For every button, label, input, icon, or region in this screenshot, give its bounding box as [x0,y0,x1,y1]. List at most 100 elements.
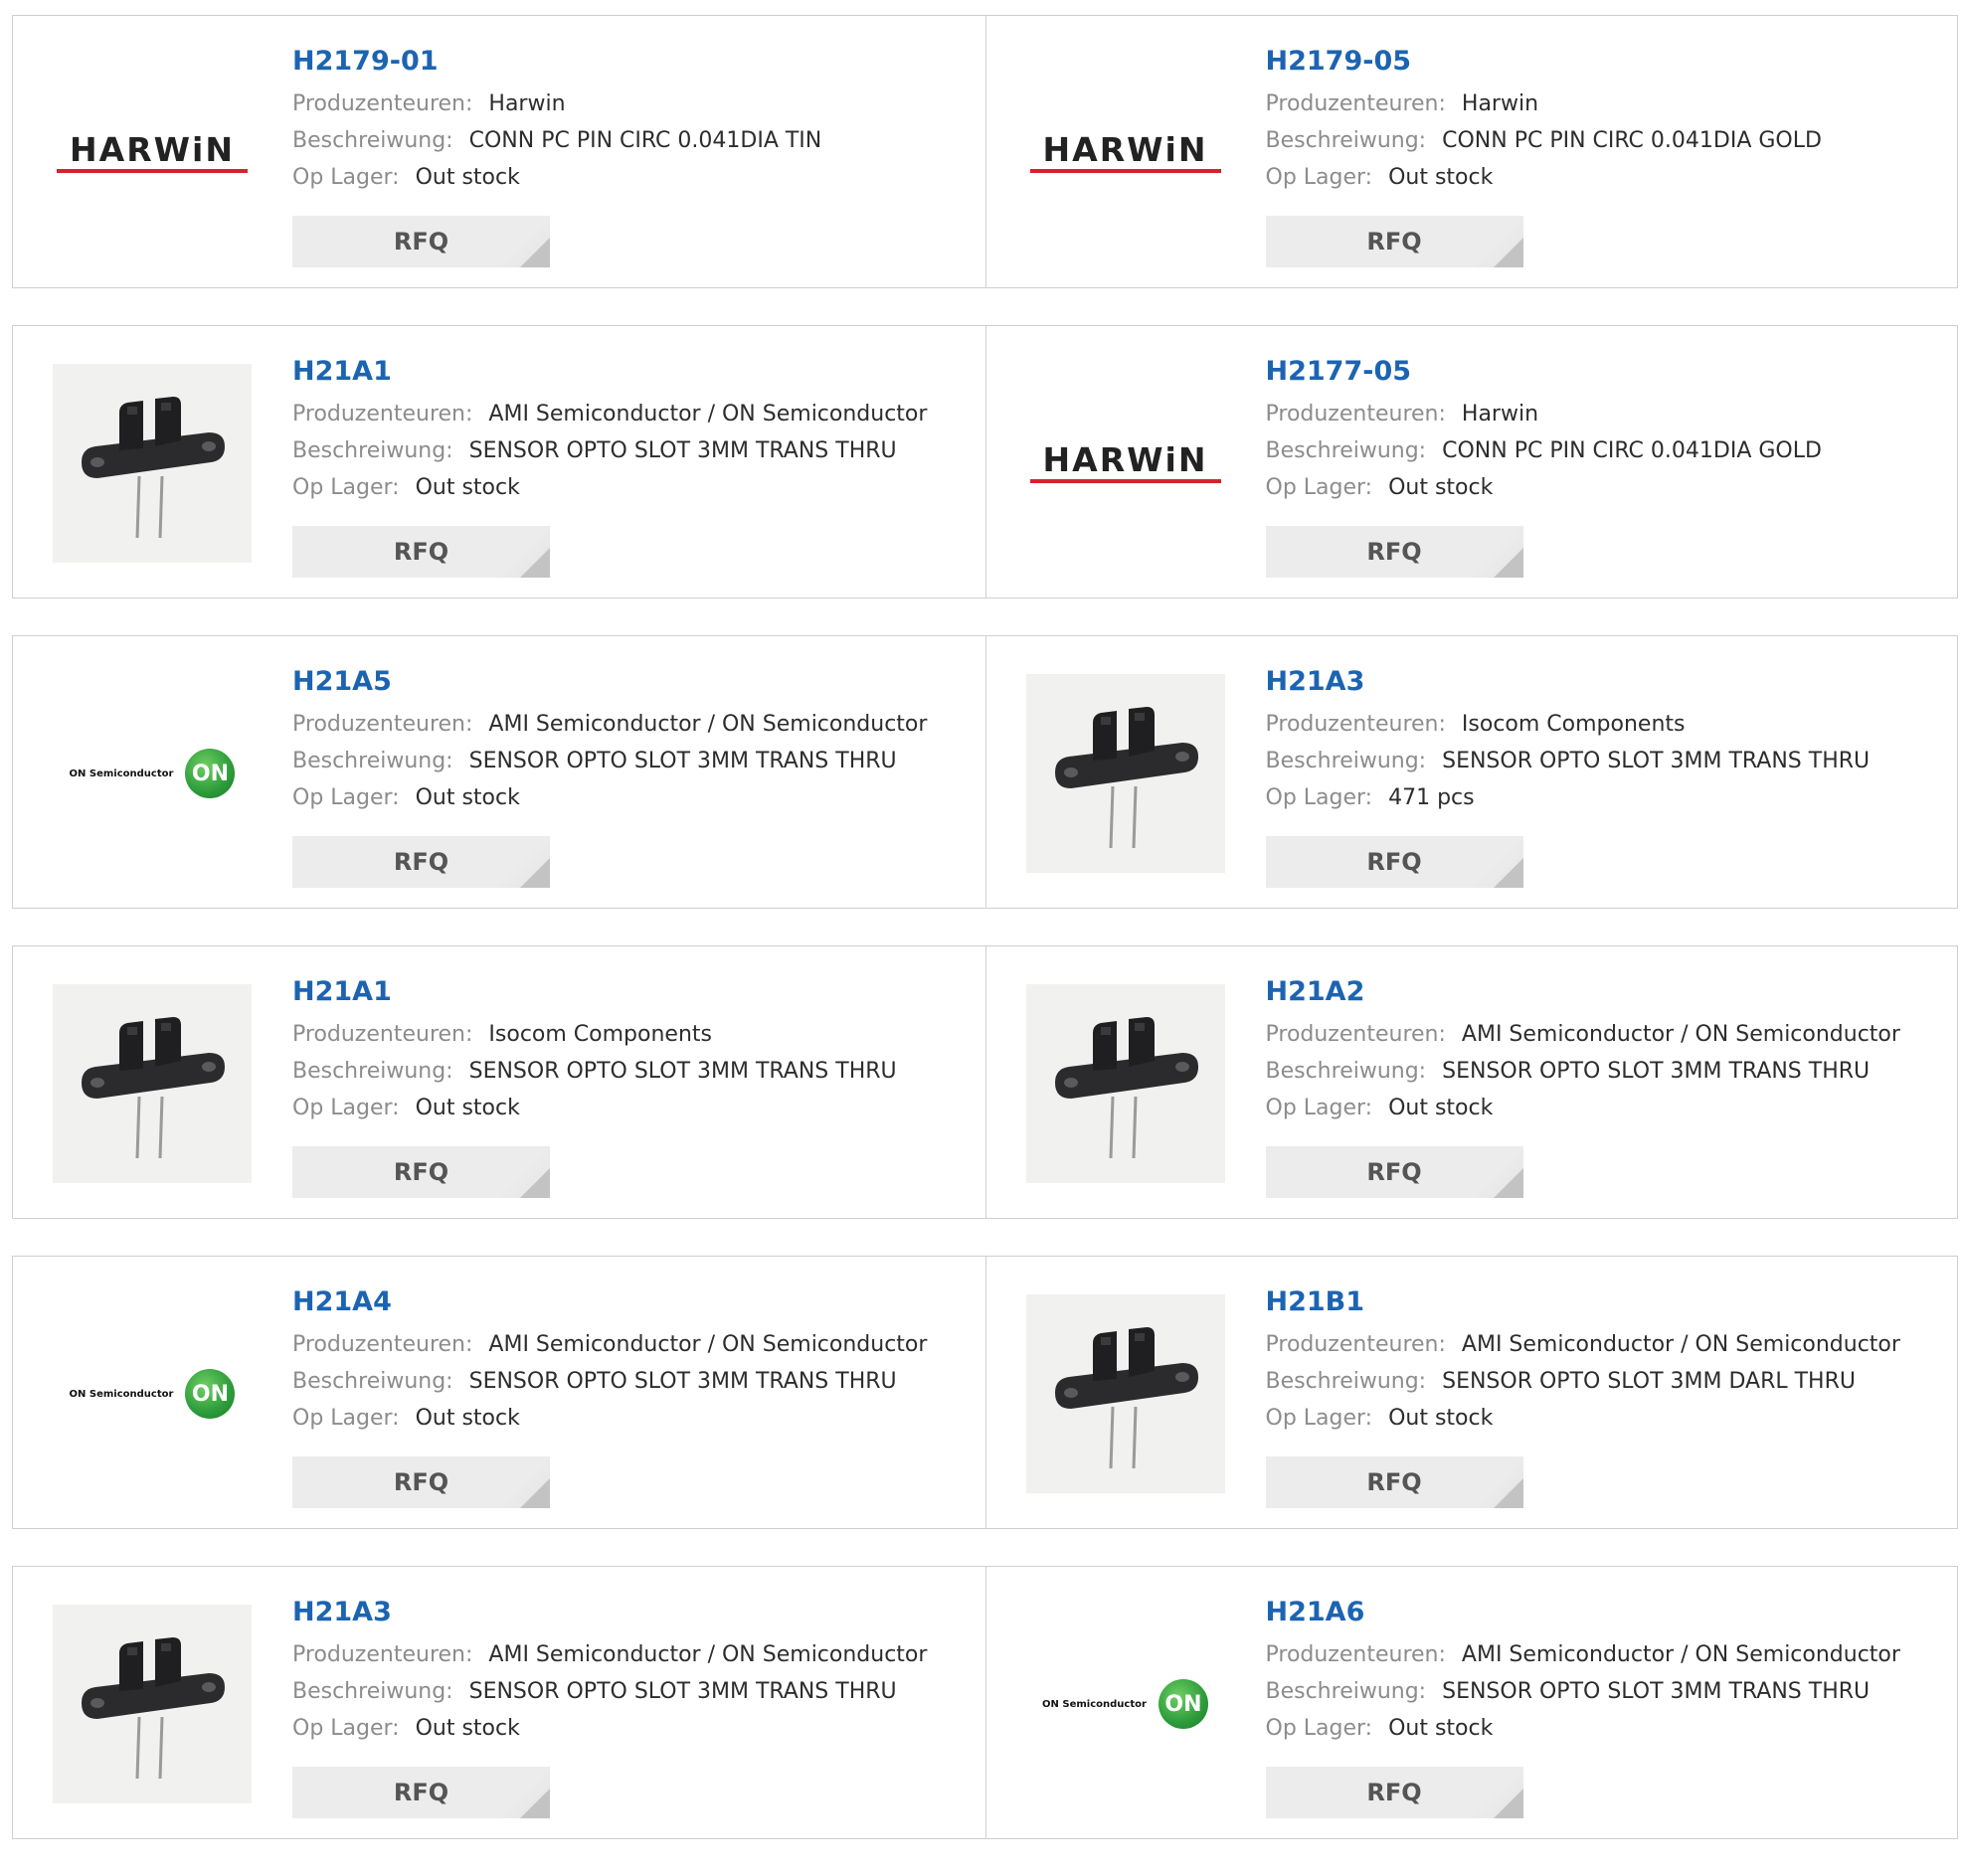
part-number-link[interactable]: H2179-05 [1266,48,1412,75]
part-number-link[interactable]: H2179-01 [292,48,439,75]
opto-sensor-photo [82,1017,225,1159]
stock-value: Out stock [1388,1716,1494,1741]
stock-value: 471 pcs [1388,785,1475,810]
stock-value: Out stock [415,1716,520,1741]
product-thumbnail[interactable]: ON Semiconductor ON [53,674,252,873]
part-number-link[interactable]: H21A3 [292,1599,392,1625]
rfq-button[interactable]: RFQ [292,526,550,578]
product-thumbnail[interactable]: HARWiN [1026,54,1225,253]
description-label: Beschreiwung: [1265,1679,1427,1704]
manufacturer-label: Produzenteuren: [292,402,473,426]
product-thumbnail[interactable] [1025,674,1225,873]
manufacturer-value: Harwin [488,91,566,116]
opto-sensor-photo [1054,1327,1198,1469]
manufacturer-label: Produzenteuren: [1265,712,1446,737]
description-line: Beschreiwung: SENSOR OPTO SLOT 3MM TRANS … [292,743,966,779]
manufacturer-line: Produzenteuren: Harwin [1266,85,1938,122]
rfq-button[interactable]: RFQ [1265,526,1523,578]
product-card: HARWiN H2179-05 Produzenteuren: Harwin Be… [984,16,1958,287]
manufacturer-line: Produzenteuren: Harwin [292,85,966,122]
harwin-logo: HARWiN [1029,443,1221,483]
product-info: H21A5 Produzenteuren: AMI Semiconductor /… [292,666,966,816]
product-thumbnail[interactable] [53,364,252,563]
product-info: H21A6 Produzenteuren: AMI Semiconductor /… [1266,1597,1938,1747]
harwin-logo-underline [57,169,248,173]
part-number-link[interactable]: H21A5 [292,668,392,695]
manufacturer-label: Produzenteuren: [1265,1332,1446,1357]
on-semi-logo-text: ON Semiconductor [69,767,174,779]
part-number-link[interactable]: H21A3 [1266,668,1365,695]
description-label: Beschreiwung: [1265,128,1427,153]
description-value: SENSOR OPTO SLOT 3MM TRANS THRU [468,1059,897,1084]
rfq-button[interactable]: RFQ [1265,1767,1523,1818]
harwin-logo-text: HARWiN [70,130,235,169]
description-label: Beschreiwung: [1265,1059,1427,1084]
product-grid: HARWiN H2179-01 Produzenteuren: Harwin Be… [12,15,1958,1876]
stock-line: Op Lager: Out stock [292,1090,966,1126]
rfq-label: RFQ [393,848,449,876]
on-semi-logo-text: ON Semiconductor [69,1388,174,1400]
stock-label: Op Lager: [292,165,400,190]
stock-label: Op Lager: [292,785,400,810]
rfq-button[interactable]: RFQ [1265,1456,1523,1508]
manufacturer-value: AMI Semiconductor / ON Semiconductor [1461,1332,1900,1357]
product-info: H21A3 Produzenteuren: Isocom Components B… [1266,666,1938,816]
part-number-link[interactable]: H21A1 [292,358,392,385]
part-number-link[interactable]: H2177-05 [1266,358,1412,385]
stock-label: Op Lager: [292,1406,400,1431]
product-thumbnail[interactable] [53,1605,252,1803]
manufacturer-line: Produzenteuren: AMI Semiconductor / ON Se… [292,1326,966,1363]
product-thumbnail[interactable] [53,984,252,1183]
product-info: H21A1 Produzenteuren: AMI Semiconductor /… [292,356,966,506]
harwin-logo-underline [1029,479,1221,483]
manufacturer-label: Produzenteuren: [1265,1022,1446,1047]
product-row: ON Semiconductor ON H21A5 Produzenteuren… [12,635,1958,909]
manufacturer-line: Produzenteuren: Harwin [1266,396,1938,432]
part-number-link[interactable]: H21B1 [1266,1288,1365,1315]
rfq-button[interactable]: RFQ [292,1456,550,1508]
rfq-button[interactable]: RFQ [1265,836,1523,888]
product-card: HARWiN H2179-01 Produzenteuren: Harwin Be… [13,16,985,287]
product-thumbnail[interactable] [1025,984,1225,1183]
part-number-link[interactable]: H21A4 [292,1288,392,1315]
rfq-button[interactable]: RFQ [292,836,550,888]
product-thumbnail[interactable]: HARWiN [53,54,252,253]
stock-label: Op Lager: [1265,165,1373,190]
rfq-button[interactable]: RFQ [1265,216,1523,267]
rfq-button[interactable]: RFQ [292,1146,550,1198]
product-thumbnail[interactable] [1025,1294,1225,1493]
manufacturer-value: Harwin [1461,402,1539,426]
stock-value: Out stock [415,785,520,810]
rfq-button[interactable]: RFQ [292,1767,550,1818]
manufacturer-label: Produzenteuren: [292,712,473,737]
product-thumbnail[interactable]: ON Semiconductor ON [53,1294,252,1493]
opto-sensor-photo [1054,1017,1198,1159]
product-thumbnail[interactable]: ON Semiconductor ON [1026,1605,1225,1803]
on-semi-logo-mark: ON [185,749,236,798]
manufacturer-line: Produzenteuren: AMI Semiconductor / ON Se… [292,706,966,743]
description-label: Beschreiwung: [292,1059,453,1084]
manufacturer-value: Isocom Components [488,1022,712,1047]
manufacturer-line: Produzenteuren: AMI Semiconductor / ON Se… [1266,1636,1938,1673]
manufacturer-value: AMI Semiconductor / ON Semiconductor [488,402,928,426]
stock-value: Out stock [1388,165,1494,190]
description-label: Beschreiwung: [292,1679,453,1704]
product-info: H2179-05 Produzenteuren: Harwin Beschreiw… [1266,46,1938,196]
manufacturer-value: AMI Semiconductor / ON Semiconductor [1461,1022,1900,1047]
rfq-corner-triangle [520,1478,550,1508]
part-number-link[interactable]: H21A6 [1266,1599,1365,1625]
product-info: H2179-01 Produzenteuren: Harwin Beschreiw… [292,46,966,196]
part-number-link[interactable]: H21A1 [292,978,392,1005]
rfq-button[interactable]: RFQ [292,216,550,267]
product-info: H21A3 Produzenteuren: AMI Semiconductor /… [292,1597,966,1747]
manufacturer-label: Produzenteuren: [292,1332,473,1357]
rfq-button[interactable]: RFQ [1265,1146,1523,1198]
harwin-logo-text: HARWiN [1042,130,1208,169]
product-thumbnail[interactable]: HARWiN [1026,364,1225,563]
product-card: H21A1 Produzenteuren: AMI Semiconductor /… [13,326,985,597]
description-line: Beschreiwung: CONN PC PIN CIRC 0.041DIA G… [1266,122,1938,159]
stock-value: Out stock [415,165,520,190]
stock-line: Op Lager: Out stock [1266,469,1938,506]
part-number-link[interactable]: H21A2 [1266,978,1365,1005]
stock-value: Out stock [415,1096,520,1120]
